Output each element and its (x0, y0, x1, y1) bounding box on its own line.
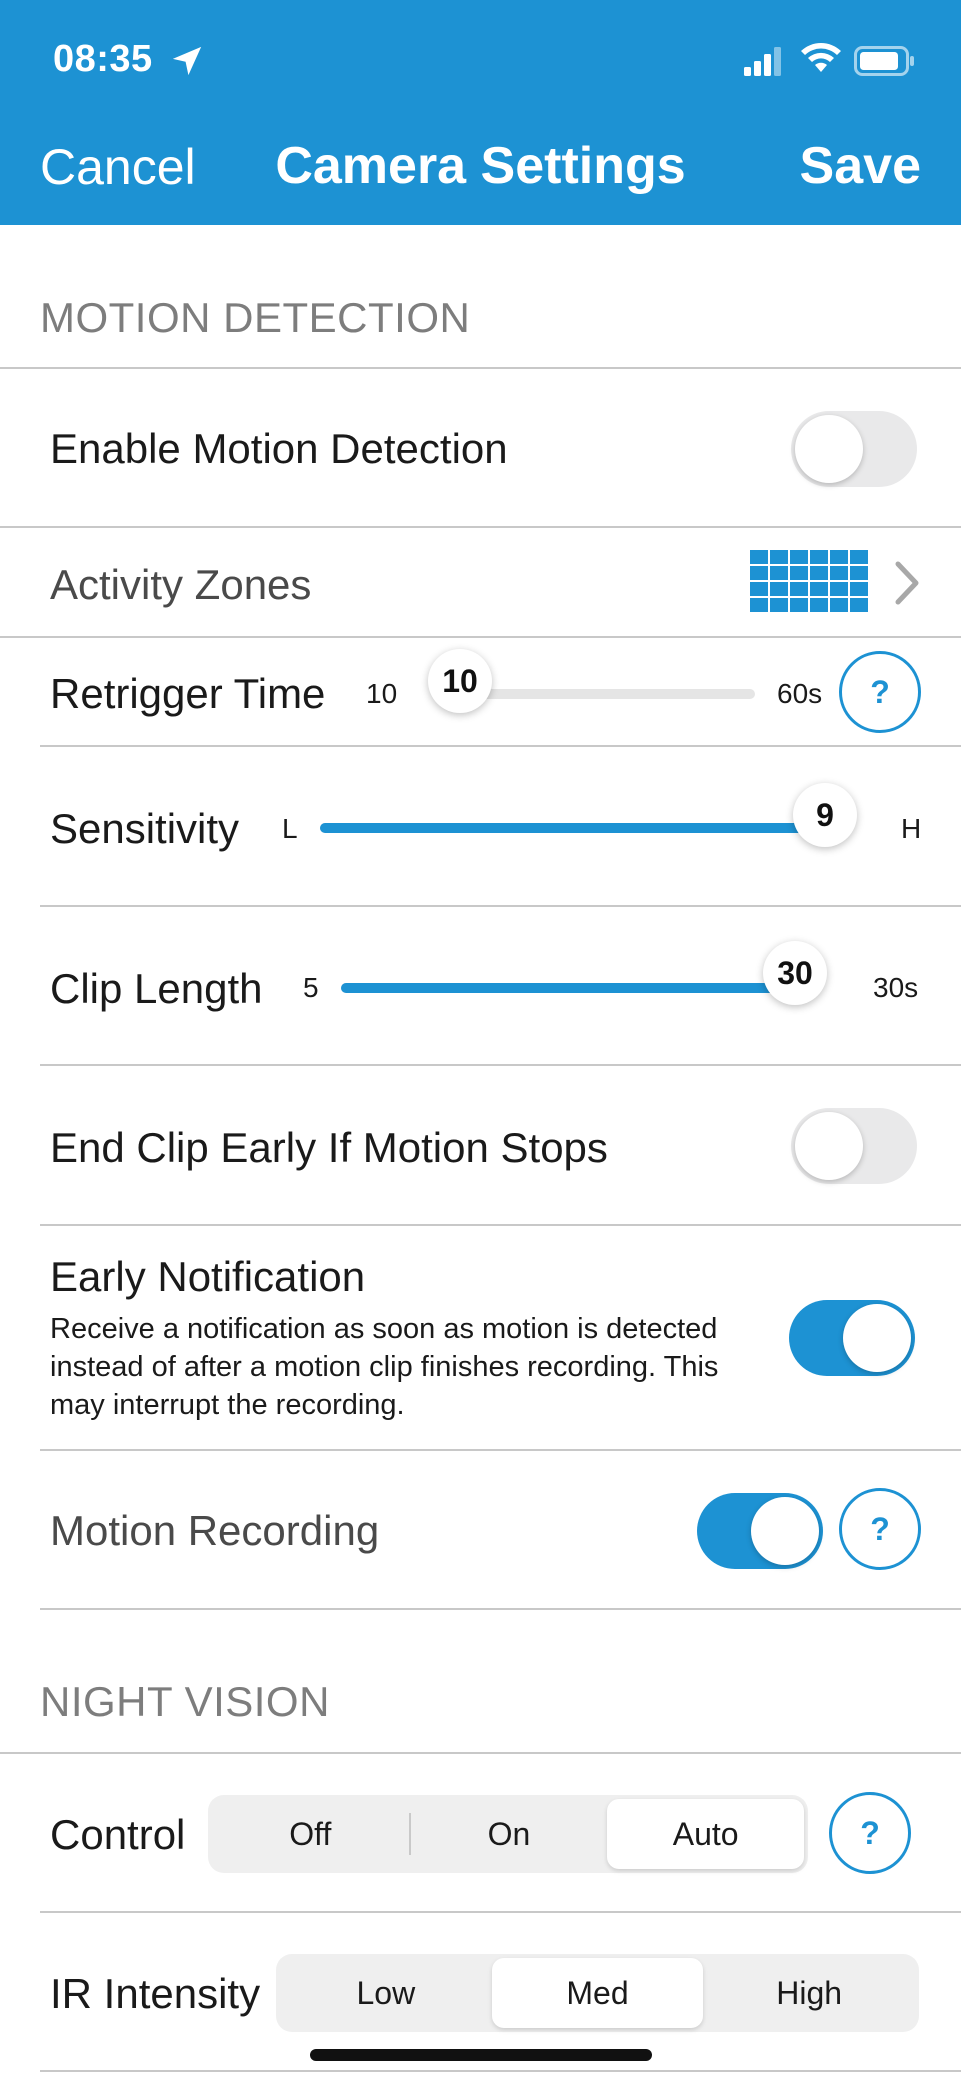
control-option-on[interactable]: On (411, 1799, 608, 1869)
motion-recording-help-button[interactable]: ? (839, 1488, 921, 1570)
retrigger-help-button[interactable]: ? (839, 651, 921, 733)
divider (0, 367, 961, 369)
save-button[interactable]: Save (800, 136, 921, 196)
early-notification-toggle[interactable] (789, 1300, 915, 1376)
end-clip-early-toggle[interactable] (791, 1108, 917, 1184)
control-option-off[interactable]: Off (212, 1799, 409, 1869)
section-header-night-vision: NIGHT VISION (40, 1678, 330, 1725)
divider (0, 636, 961, 638)
sensitivity-slider-thumb[interactable]: 9 (793, 783, 857, 847)
ir-option-high[interactable]: High (703, 1958, 915, 2028)
enable-motion-toggle[interactable] (791, 411, 917, 487)
control-help-button[interactable]: ? (829, 1792, 911, 1874)
divider (40, 1911, 961, 1913)
location-arrow-icon (172, 46, 202, 76)
toggle-knob (795, 415, 863, 483)
ir-intensity-segmented[interactable]: Low Med High (276, 1954, 919, 2032)
control-label: Control (50, 1811, 186, 1858)
control-segmented[interactable]: Off On Auto (208, 1795, 808, 1873)
cellular-signal-icon (744, 47, 781, 76)
ir-intensity-label: IR Intensity (50, 1970, 261, 2017)
battery-icon (854, 46, 914, 76)
divider (40, 905, 961, 907)
divider (0, 1752, 961, 1754)
sensitivity-max-label: H (901, 813, 922, 844)
enable-motion-label: Enable Motion Detection (50, 425, 508, 472)
clip-length-slider-fill (341, 983, 815, 993)
retrigger-max-label: 60s (777, 678, 823, 709)
early-notification-label: Early Notification (50, 1253, 366, 1300)
toggle-knob (843, 1304, 911, 1372)
home-indicator (310, 2049, 652, 2061)
activity-zones-label[interactable]: Activity Zones (50, 561, 311, 609)
control-option-auto[interactable]: Auto (607, 1799, 805, 1869)
early-notification-description: Receive a notification as soon as motion… (50, 1313, 719, 1421)
divider (40, 1224, 961, 1226)
nav-header: 08:35 Cancel Camera Settings Save (0, 0, 961, 225)
divider (40, 1064, 961, 1066)
divider (40, 1449, 961, 1451)
toggle-knob (795, 1112, 863, 1180)
end-clip-early-label: End Clip Early If Motion Stops (50, 1124, 608, 1171)
clip-length-slider-track[interactable]: 30 (341, 941, 827, 1005)
motion-recording-toggle[interactable] (697, 1493, 823, 1569)
sensitivity-slider-fill (320, 823, 845, 833)
wifi-icon (801, 43, 841, 72)
retrigger-time-label: Retrigger Time (50, 670, 326, 717)
divider (40, 1608, 961, 1610)
retrigger-slider-track[interactable]: 10 (428, 649, 755, 713)
section-header-motion: MOTION DETECTION (40, 294, 471, 341)
sensitivity-min-label: L (282, 813, 298, 844)
ir-option-med[interactable]: Med (491, 1958, 704, 2028)
chevron-right-icon[interactable] (892, 558, 922, 608)
divider (40, 745, 961, 747)
divider (0, 526, 961, 528)
clip-length-max-label: 30s (873, 972, 919, 1003)
retrigger-min-label: 10 (366, 678, 398, 709)
divider (40, 2070, 961, 2072)
clip-length-slider-thumb[interactable]: 30 (763, 941, 827, 1005)
clip-length-label: Clip Length (50, 965, 263, 1012)
sensitivity-label: Sensitivity (50, 805, 240, 852)
ir-option-low[interactable]: Low (280, 1958, 492, 2028)
retrigger-slider-thumb[interactable]: 10 (428, 649, 492, 713)
activity-grid-icon[interactable] (750, 550, 868, 614)
sensitivity-slider-track[interactable]: 9 (320, 783, 857, 847)
clip-length-min-label: 5 (303, 972, 319, 1003)
status-time: 08:35 (53, 38, 153, 80)
toggle-knob (751, 1497, 819, 1565)
motion-recording-label: Motion Recording (50, 1507, 380, 1554)
